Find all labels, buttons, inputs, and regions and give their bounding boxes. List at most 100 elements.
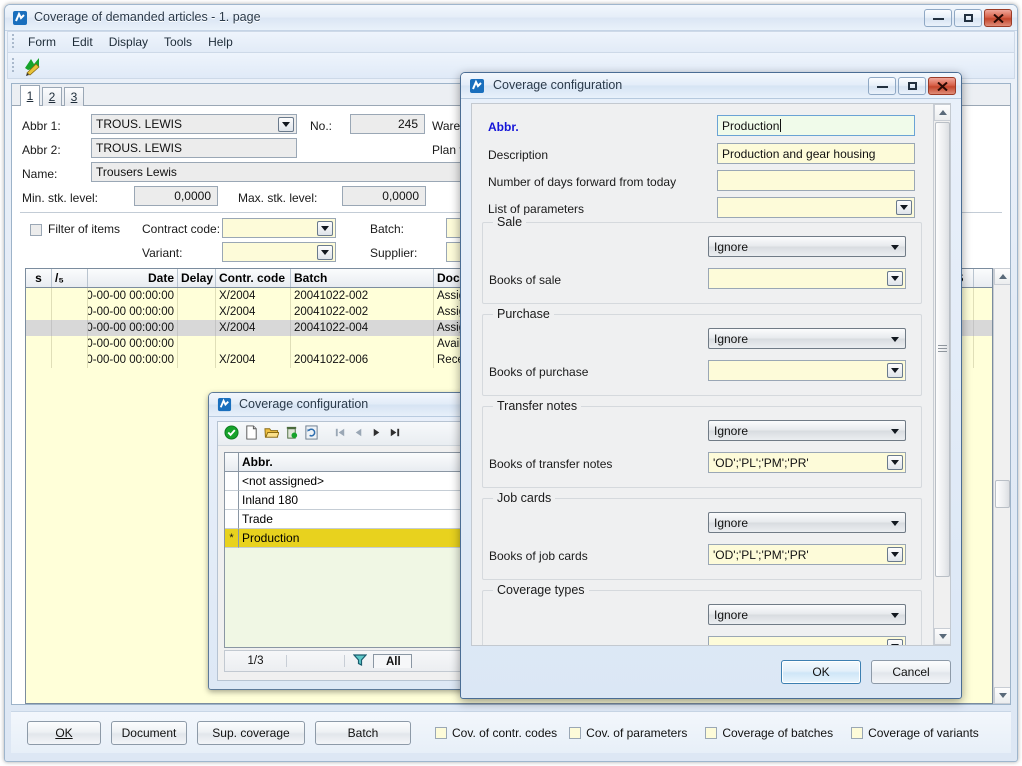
abbr-input[interactable]: Production [717, 115, 915, 136]
chevron-down-icon[interactable] [887, 363, 903, 378]
cov-contr-codes-checkbox[interactable] [435, 726, 447, 739]
last-icon[interactable] [388, 426, 401, 442]
confirm-icon[interactable] [224, 424, 239, 443]
toolbar-grip[interactable] [10, 57, 17, 74]
list-item[interactable]: <not assigned> [225, 472, 465, 491]
grid-col-date[interactable]: Date [88, 269, 178, 287]
cov-parameters-checkbox[interactable] [569, 726, 582, 739]
mode-combobox[interactable]: Ignore [708, 420, 906, 441]
abbr2-field[interactable]: TROUS. LEWIS [91, 138, 297, 158]
chevron-down-icon[interactable] [887, 547, 903, 562]
max-stk-field[interactable]: 0,0000 [342, 186, 426, 206]
scrollbar-thumb[interactable] [935, 122, 950, 577]
tab-3[interactable]: 3 [64, 87, 84, 106]
sup-coverage-button[interactable]: Sup. coverage [197, 720, 305, 745]
ok-button[interactable]: OK [27, 720, 101, 745]
grid-scrollbar[interactable] [993, 268, 1010, 704]
delete-icon[interactable] [284, 425, 299, 443]
filter-icon[interactable] [352, 653, 368, 670]
chevron-down-icon[interactable] [891, 245, 899, 250]
document-button[interactable]: Document [111, 720, 187, 745]
menu-form[interactable]: Form [20, 33, 64, 51]
next-icon[interactable] [370, 426, 383, 442]
mode-combobox[interactable]: Ignore [708, 236, 906, 257]
mode-combobox[interactable]: Ignore [708, 512, 906, 533]
books-input[interactable] [708, 636, 906, 645]
scrollbar-thumb[interactable] [995, 480, 1010, 508]
menu-help[interactable]: Help [200, 33, 241, 51]
export-icon[interactable] [22, 55, 44, 77]
list-column-abbr[interactable]: Abbr. [239, 453, 465, 472]
books-input[interactable]: 'OD';'PL';'PM';'PR' [708, 452, 906, 473]
min-stk-field[interactable]: 0,0000 [134, 186, 218, 206]
cov-parameters-checkbox-wrap[interactable]: Cov. of parameters [569, 726, 687, 740]
prev-icon[interactable] [352, 426, 365, 442]
coverage-of-batches-checkbox-wrap[interactable]: Coverage of batches [705, 726, 833, 740]
close-icon[interactable] [928, 77, 956, 95]
chevron-down-icon[interactable] [896, 200, 912, 215]
chevron-down-icon[interactable] [891, 429, 899, 434]
grid-col-s[interactable]: s [26, 269, 52, 287]
scroll-down-icon[interactable] [994, 687, 1010, 704]
tab-2[interactable]: 2 [42, 87, 62, 106]
menu-edit[interactable]: Edit [64, 33, 101, 51]
refresh-icon[interactable] [304, 424, 319, 443]
first-icon[interactable] [334, 426, 347, 442]
config-ok-button[interactable]: OK [781, 660, 861, 684]
chevron-down-icon[interactable] [887, 455, 903, 470]
books-input[interactable]: 'OD';'PL';'PM';'PR' [708, 544, 906, 565]
menu-tools[interactable]: Tools [156, 33, 200, 51]
config-scrollbar[interactable] [933, 104, 950, 645]
tab-1[interactable]: 1 [20, 85, 40, 107]
list-item[interactable]: * Production [225, 529, 465, 548]
scroll-down-icon[interactable] [934, 628, 950, 645]
batch-button[interactable]: Batch [315, 720, 411, 745]
chevron-down-icon[interactable] [891, 337, 899, 342]
variant-field[interactable] [222, 242, 336, 262]
cov-contr-codes-checkbox-wrap[interactable]: Cov. of contr. codes [435, 726, 557, 740]
grid-col-batch[interactable]: Batch [291, 269, 434, 287]
list-tab-all[interactable]: All [373, 654, 412, 668]
chevron-down-icon[interactable] [891, 521, 899, 526]
books-input[interactable] [708, 360, 906, 381]
grid-col-seq[interactable]: /₅ [52, 269, 88, 287]
maximize-icon[interactable] [954, 9, 982, 27]
days-forward-input[interactable] [717, 170, 915, 191]
coverage-of-batches-checkbox[interactable] [705, 726, 718, 739]
contract-code-field[interactable] [222, 218, 336, 238]
mode-combobox[interactable]: Ignore [708, 328, 906, 349]
grid-col-delay[interactable]: Delay [178, 269, 216, 287]
open-icon[interactable] [264, 425, 280, 443]
books-input[interactable] [708, 268, 906, 289]
chevron-down-icon[interactable] [887, 639, 903, 645]
list-item[interactable]: Inland 180 [225, 491, 465, 510]
name-field[interactable]: Trousers Lewis [91, 162, 461, 182]
mode-combobox[interactable]: Ignore [708, 604, 906, 625]
config-cancel-button[interactable]: Cancel [871, 660, 951, 684]
minimize-icon[interactable] [868, 77, 896, 95]
list-parameters-input[interactable] [717, 197, 915, 218]
coverage-config-list[interactable]: Abbr. <not assigned> Inland 180 Trade * Prod… [224, 452, 466, 648]
abbr1-field[interactable]: TROUS. LEWIS [91, 114, 297, 134]
coverage-of-variants-checkbox-wrap[interactable]: Coverage of variants [851, 726, 979, 740]
chevron-down-icon[interactable] [278, 117, 294, 132]
chevron-down-icon[interactable] [317, 221, 333, 236]
chevron-down-icon[interactable] [317, 245, 333, 260]
menu-display[interactable]: Display [101, 33, 156, 51]
description-input[interactable]: Production and gear housing [717, 143, 915, 164]
close-icon[interactable] [984, 9, 1012, 27]
list-dialog-body: Abbr. <not assigned> Inland 180 Trade * Prod… [217, 421, 467, 681]
scroll-up-icon[interactable] [934, 104, 950, 121]
chevron-down-icon[interactable] [891, 613, 899, 618]
no-field[interactable]: 245 [350, 114, 425, 134]
chevron-down-icon[interactable] [887, 271, 903, 286]
grid-col-contr-code[interactable]: Contr. code [216, 269, 291, 287]
coverage-of-variants-checkbox[interactable] [851, 726, 864, 739]
filter-of-items-checkbox[interactable] [30, 224, 42, 236]
scroll-up-icon[interactable] [994, 268, 1010, 285]
menubar-grip[interactable] [10, 34, 17, 50]
minimize-icon[interactable] [924, 9, 952, 27]
maximize-icon[interactable] [898, 77, 926, 95]
list-item[interactable]: Trade [225, 510, 465, 529]
new-icon[interactable] [244, 424, 259, 443]
